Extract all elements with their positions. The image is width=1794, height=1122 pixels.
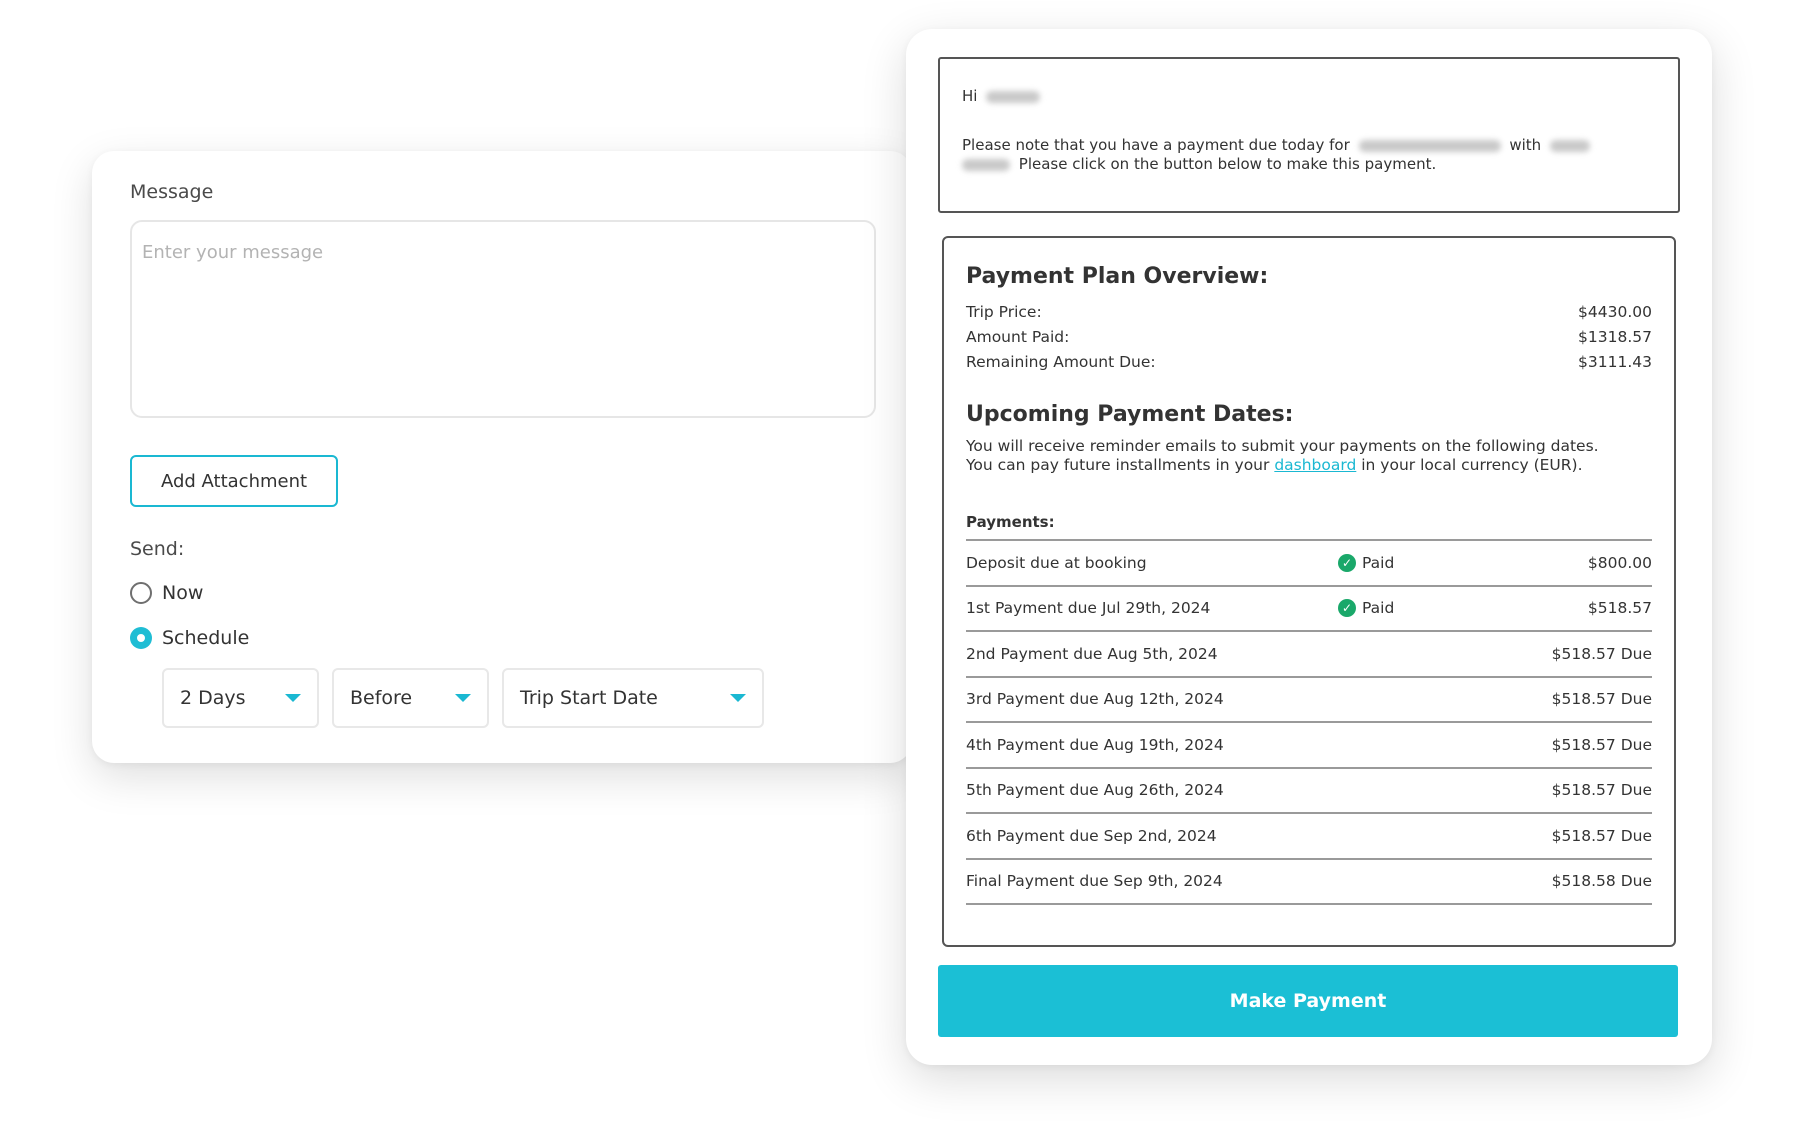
schedule-amount-value: 2 Days <box>180 687 246 709</box>
summary-value: $4430.00 <box>1578 302 1652 321</box>
summary-label: Trip Price: <box>966 302 1042 321</box>
caret-down-icon <box>455 694 471 702</box>
payment-name: 3rd Payment due Aug 12th, 2024 <box>966 690 1224 709</box>
body-part1: Please note that you have a payment due … <box>962 136 1350 154</box>
summary-row: Remaining Amount Due: $3111.43 <box>966 349 1652 374</box>
payment-amount: $518.57 Due <box>1551 781 1652 800</box>
send-now-option[interactable]: Now <box>130 582 203 604</box>
payment-amount: $518.57 Due <box>1551 690 1652 709</box>
body-with: with <box>1509 136 1542 154</box>
upcoming-title: Upcoming Payment Dates: <box>966 402 1294 427</box>
greeting-line: Hi <box>962 87 1656 106</box>
payment-name: Deposit due at booking <box>966 553 1147 572</box>
email-intro-box: Hi Please note that you have a payment d… <box>938 57 1680 213</box>
payment-row: 6th Payment due Sep 2nd, 2024 $518.57 Du… <box>966 814 1652 860</box>
caret-down-icon <box>730 694 746 702</box>
email-preview-card: Hi Please note that you have a payment d… <box>906 29 1712 1065</box>
payment-name: 6th Payment due Sep 2nd, 2024 <box>966 826 1217 845</box>
summary-row: Trip Price: $4430.00 <box>966 299 1652 324</box>
schedule-reference-value: Trip Start Date <box>520 687 658 709</box>
message-input[interactable] <box>130 220 876 418</box>
payment-name: 2nd Payment due Aug 5th, 2024 <box>966 644 1218 663</box>
send-schedule-label: Schedule <box>162 627 250 649</box>
greeting-text: Hi <box>962 87 978 105</box>
schedule-reference-select[interactable]: Trip Start Date <box>502 668 764 728</box>
redacted-name <box>986 90 1041 103</box>
redacted-organizer-2 <box>962 158 1010 171</box>
check-circle-icon: ✓ <box>1338 553 1356 572</box>
payment-row: Final Payment due Sep 9th, 2024 $518.58 … <box>966 860 1652 905</box>
payment-status: ✓ Paid <box>1338 553 1395 572</box>
send-now-radio[interactable] <box>130 582 152 604</box>
payment-name: 4th Payment due Aug 19th, 2024 <box>966 735 1224 754</box>
summary-row: Amount Paid: $1318.57 <box>966 324 1652 349</box>
redacted-organizer <box>1549 139 1590 152</box>
payment-amount: $518.57 <box>1587 599 1652 618</box>
upcoming-line2-after: in your local currency (EUR). <box>1361 456 1583 474</box>
overview-title: Payment Plan Overview: <box>966 264 1269 289</box>
payments-header: Payments: <box>966 513 1652 541</box>
payment-amount: $518.57 Due <box>1551 644 1652 663</box>
caret-down-icon <box>285 694 301 702</box>
body-part2: Please click on the button below to make… <box>1018 155 1437 173</box>
payment-plan-overview: Payment Plan Overview: Trip Price: $4430… <box>942 236 1676 947</box>
check-circle-icon: ✓ <box>1338 599 1356 618</box>
payment-status-text: Paid <box>1362 553 1395 572</box>
send-schedule-option[interactable]: Schedule <box>130 627 249 649</box>
upcoming-line2-before: You can pay future installments in your <box>966 456 1270 474</box>
payment-name: 1st Payment due Jul 29th, 2024 <box>966 599 1211 618</box>
upcoming-text: You will receive reminder emails to subm… <box>966 437 1652 475</box>
send-label: Send: <box>130 538 185 560</box>
upcoming-line1: You will receive reminder emails to subm… <box>966 437 1599 455</box>
payment-row: 1st Payment due Jul 29th, 2024 ✓ Paid $5… <box>966 587 1652 632</box>
schedule-amount-select[interactable]: 2 Days <box>162 668 319 728</box>
schedule-relation-select[interactable]: Before <box>332 668 489 728</box>
payment-status: ✓ Paid <box>1338 599 1395 618</box>
send-now-label: Now <box>162 582 204 604</box>
message-label: Message <box>130 181 214 203</box>
make-payment-button[interactable]: Make Payment <box>938 965 1678 1037</box>
schedule-relation-value: Before <box>350 687 413 709</box>
payment-amount: $518.57 Due <box>1551 735 1652 754</box>
summary-value: $1318.57 <box>1578 327 1652 346</box>
payment-amount: $518.57 Due <box>1551 826 1652 845</box>
payment-row: 3rd Payment due Aug 12th, 2024 $518.57 D… <box>966 678 1652 723</box>
compose-card: Message Add Attachment Send: Now Schedul… <box>92 151 912 763</box>
email-body: Please note that you have a payment due … <box>962 136 1656 174</box>
summary-label: Amount Paid: <box>966 327 1070 346</box>
payment-amount: $518.58 Due <box>1551 872 1652 891</box>
payment-status-text: Paid <box>1362 599 1395 618</box>
summary-label: Remaining Amount Due: <box>966 352 1156 371</box>
send-schedule-radio[interactable] <box>130 627 152 649</box>
payment-amount: $800.00 <box>1587 553 1652 572</box>
payment-row: 4th Payment due Aug 19th, 2024 $518.57 D… <box>966 723 1652 769</box>
dashboard-link[interactable]: dashboard <box>1274 456 1356 474</box>
summary-value: $3111.43 <box>1578 352 1652 371</box>
redacted-trip <box>1358 139 1501 152</box>
payment-row: 2nd Payment due Aug 5th, 2024 $518.57 Du… <box>966 632 1652 678</box>
payment-name: Final Payment due Sep 9th, 2024 <box>966 872 1223 891</box>
payment-row: Deposit due at booking ✓ Paid $800.00 <box>966 541 1652 587</box>
payment-row: 5th Payment due Aug 26th, 2024 $518.57 D… <box>966 769 1652 814</box>
payment-name: 5th Payment due Aug 26th, 2024 <box>966 781 1224 800</box>
add-attachment-button[interactable]: Add Attachment <box>130 455 338 507</box>
